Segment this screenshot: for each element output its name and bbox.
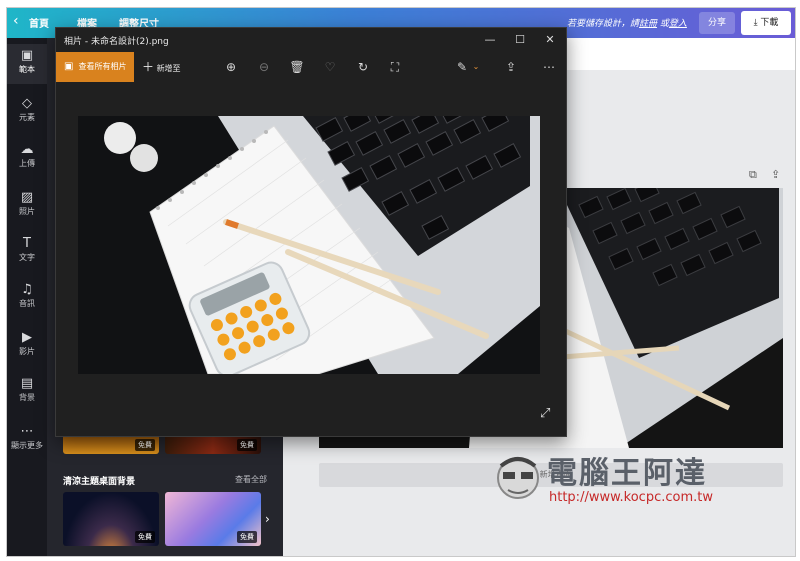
login-link[interactable]: 登入 <box>669 19 687 29</box>
app-frame: ‹ 首頁 檔案 調整尺寸 若要儲存設計，請註冊 或登入 分享 ⤓ 下載 ▣ 範本… <box>6 7 796 557</box>
sidebar-item-label: 範本 <box>19 65 35 74</box>
sidebar-item-elements[interactable]: ◇ 元素 <box>7 92 47 132</box>
free-badge: 免費 <box>135 531 155 543</box>
chevron-down-icon[interactable]: ⌄ <box>467 58 485 76</box>
zoom-in-icon[interactable]: ⊕ <box>222 58 240 76</box>
viewer-photo[interactable] <box>78 116 540 374</box>
video-icon: ▶ <box>22 330 32 345</box>
duplicate-page-icon[interactable]: ⧉ <box>749 168 757 182</box>
viewer-title-bar: 相片 - 未命名設計(2).png — ☐ ✕ <box>56 28 566 52</box>
see-all-link[interactable]: 查看全部 <box>235 474 267 485</box>
add-to-button[interactable]: ＋ 新增至 <box>142 52 181 82</box>
gallery-icon: ▣ <box>64 61 74 72</box>
chevron-right-icon[interactable]: › <box>265 512 270 526</box>
watermark-url: http://www.kocpc.com.tw <box>549 490 713 505</box>
music-icon: ♫ <box>21 282 33 297</box>
minimize-button[interactable]: — <box>476 31 504 49</box>
save-hint-text: 若要儲存設計，請 <box>567 19 640 29</box>
free-badge: 免費 <box>237 531 257 543</box>
sidebar-item-video[interactable]: ▶ 影片 <box>7 326 47 366</box>
text-icon: T <box>23 236 31 251</box>
viewer-toolbar: ▣ 查看所有相片 ＋ 新增至 ⊕ ⊖ 🗑 ♡ ↻ ⛶ ✎ ⌄ ⇪ ⋯ <box>56 52 566 82</box>
sidebar-item-more[interactable]: ⋯ 顯示更多 <box>7 420 47 460</box>
background-thumbnail[interactable]: 免費 <box>63 492 159 546</box>
sidebar-item-upload[interactable]: ☁ 上傳 <box>7 138 47 178</box>
view-all-photos-button[interactable]: ▣ 查看所有相片 <box>56 52 134 82</box>
home-link[interactable]: 首頁 <box>29 15 49 30</box>
share-icon[interactable]: ⇪ <box>502 58 520 76</box>
close-button[interactable]: ✕ <box>536 31 564 49</box>
crop-icon[interactable]: ⛶ <box>386 58 404 76</box>
register-link[interactable]: 註冊 <box>639 19 657 29</box>
share-button[interactable]: 分享 <box>699 12 735 34</box>
elements-icon: ◇ <box>22 96 32 111</box>
sidebar-item-label: 文字 <box>19 253 35 262</box>
download-button[interactable]: ⤓ 下載 <box>741 11 791 35</box>
sidebar-item-label: 元素 <box>19 113 35 122</box>
save-hint: 若要儲存設計，請註冊 或登入 <box>567 16 687 29</box>
sidebar-item-label: 影片 <box>19 347 35 356</box>
more-options-icon[interactable]: ⋯ <box>540 58 558 76</box>
back-chevron-icon[interactable]: ‹ <box>13 13 19 29</box>
section-title: 清涼主題桌面背景 <box>63 477 136 487</box>
template-icon: ▣ <box>20 48 34 63</box>
delete-icon[interactable]: 🗑 <box>288 58 306 76</box>
background-icon: ▤ <box>20 376 34 391</box>
photo-image <box>78 116 540 374</box>
sidebar-item-background[interactable]: ▤ 背景 <box>7 372 47 412</box>
save-hint-or: 或 <box>657 19 669 29</box>
sidebar-item-label: 照片 <box>19 207 35 216</box>
favorite-heart-icon[interactable]: ♡ <box>321 58 339 76</box>
background-thumbnail[interactable]: 免費 <box>165 492 261 546</box>
sidebar-item-label: 背景 <box>19 393 35 402</box>
photo-icon: ▨ <box>20 190 34 205</box>
sidebar-item-text[interactable]: T 文字 <box>7 232 47 272</box>
sidebar-item-photos[interactable]: ▨ 照片 <box>7 186 47 226</box>
sidebar-item-label: 音訊 <box>19 299 35 308</box>
maximize-button[interactable]: ☐ <box>506 31 534 49</box>
download-label: 下載 <box>760 18 779 28</box>
sidebar-item-label: 上傳 <box>19 159 35 168</box>
free-badge: 免費 <box>135 439 155 451</box>
rotate-icon[interactable]: ↻ <box>354 58 372 76</box>
watermark-title: 電腦王阿達 <box>547 456 707 491</box>
mascot-logo <box>497 457 539 499</box>
plus-icon: ＋ <box>142 60 155 74</box>
zoom-out-icon[interactable]: ⊖ <box>255 58 273 76</box>
sidebar: ▣ 範本 ◇ 元素 ☁ 上傳 ▨ 照片 T 文字 ♫ 音訊 ▶ 影片 ▤ 背景 <box>7 38 47 556</box>
sidebar-item-label: 顯示更多 <box>11 441 43 450</box>
sidebar-item-audio[interactable]: ♫ 音訊 <box>7 278 47 318</box>
viewer-title: 相片 - 未命名設計(2).png <box>64 37 169 47</box>
share-page-icon[interactable]: ⇪ <box>771 168 780 181</box>
watermark: 電腦王阿達 http://www.kocpc.com.tw <box>491 446 791 516</box>
more-icon: ⋯ <box>20 424 34 439</box>
expand-fullscreen-icon[interactable]: ⤢ <box>540 406 550 421</box>
sidebar-item-templates[interactable]: ▣ 範本 <box>7 44 47 84</box>
add-to-label: 新增至 <box>156 64 181 73</box>
upload-icon: ☁ <box>20 142 34 157</box>
free-badge: 免費 <box>237 439 257 451</box>
photo-viewer-window: 相片 - 未命名設計(2).png — ☐ ✕ ▣ 查看所有相片 ＋ 新增至 ⊕ … <box>55 27 567 437</box>
view-all-label: 查看所有相片 <box>78 62 127 71</box>
